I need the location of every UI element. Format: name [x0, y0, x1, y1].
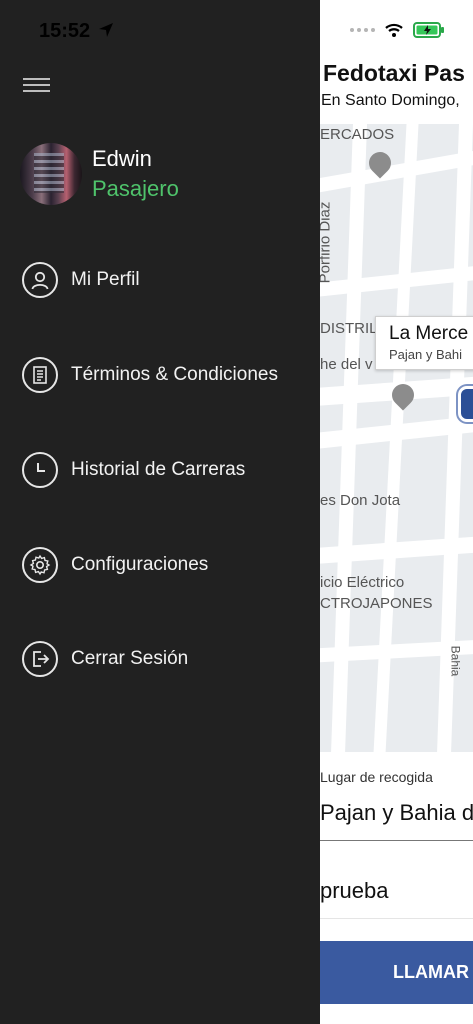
main-screen: Fedotaxi Pas En Santo Domingo, ERCADOS P…	[320, 0, 473, 1024]
map-label: icio Eléctrico	[320, 574, 405, 591]
user-icon	[22, 262, 58, 298]
gear-icon	[22, 547, 58, 583]
callout-title: La Merce	[389, 323, 469, 344]
map-label: ERCADOS	[320, 126, 395, 143]
map-label: he del v	[320, 356, 373, 373]
menu-item-label: Términos & Condiciones	[71, 364, 278, 385]
map-label: es Don Jota	[320, 492, 401, 509]
status-time: 15:52	[39, 20, 91, 42]
avatar	[20, 143, 82, 205]
location-marker-icon	[458, 386, 473, 422]
menu-item-history[interactable]: Historial de Carreras	[22, 450, 245, 490]
menu-item-label: Historial de Carreras	[71, 459, 246, 480]
note-field[interactable]: prueba	[320, 878, 389, 904]
logout-icon	[22, 641, 58, 677]
location-arrow-icon	[99, 23, 113, 37]
divider	[320, 918, 473, 919]
document-icon	[22, 357, 58, 393]
map-label: Bahia	[448, 645, 463, 677]
pickup-field[interactable]: Pajan y Bahia d	[320, 800, 473, 826]
map-label: Porfirio Diaz	[320, 201, 334, 284]
menu-item-terms[interactable]: Términos & Condiciones	[22, 355, 278, 395]
user-name: Edwin	[92, 146, 152, 171]
map-label: CTROJAPONES	[320, 595, 433, 612]
wifi-icon	[385, 23, 403, 37]
clock-icon	[22, 452, 58, 488]
status-icons	[350, 22, 445, 38]
user-role: Pasajero	[92, 176, 179, 201]
callout-subtitle: Pajan y Bahi	[389, 347, 462, 362]
pickup-label: Lugar de recogida	[320, 769, 433, 785]
menu-item-label: Configuraciones	[71, 554, 209, 575]
menu-toggle-button[interactable]	[23, 78, 50, 92]
signal-icon	[350, 28, 375, 32]
battery-icon	[413, 22, 444, 38]
menu-item-label: Cerrar Sesión	[71, 648, 189, 669]
call-button[interactable]: LLAMAR	[320, 941, 473, 1004]
app-subtitle: En Santo Domingo,	[321, 92, 460, 109]
menu-item-settings[interactable]: Configuraciones	[22, 545, 208, 585]
menu-item-profile[interactable]: Mi Perfil	[22, 260, 140, 300]
map-view[interactable]: ERCADOS Porfirio Diaz DISTRIL he del v e…	[320, 124, 473, 752]
menu-item-logout[interactable]: Cerrar Sesión	[22, 639, 188, 679]
navigation-drawer: 15:52 Edwin Pasajero Mi Perfil Términos …	[0, 0, 320, 1024]
app-title: Fedotaxi Pas	[323, 60, 465, 86]
map-callout[interactable]: La Merce Pajan y Bahi	[375, 316, 473, 370]
menu-item-label: Mi Perfil	[71, 269, 140, 290]
divider	[320, 840, 473, 841]
map-label: DISTRIL	[320, 320, 378, 337]
